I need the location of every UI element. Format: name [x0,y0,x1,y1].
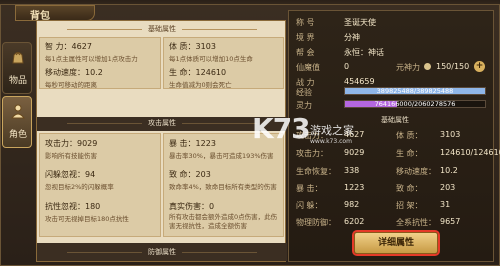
attr-con-desc: 每1点体质可以增加10点生命 [169,55,253,63]
section-defense-title: 防御属性 [37,247,287,259]
attr-true-dmg-desc: 所有攻击都会额外造成0点伤害，此伤害无视抗性，造成全额伤害 [169,213,278,230]
section-attack-title: 攻击属性 [37,118,287,130]
attr-move: 移动速度：10.2 [45,68,103,77]
detailed-attributes-button[interactable]: 详细属性 [354,232,438,254]
attr-dodge-ignore: 闪躲忽视：94 [45,170,96,179]
watermark-text: 游戏之家 [310,124,354,137]
attr-true-dmg: 真实伤害：0 [169,202,215,211]
info-realm: 境 界 分神 [296,33,360,42]
window-title-tab: 背包 [15,5,95,22]
attr-int: 智 力：4627 [45,42,92,51]
info-immortal: 仙魔值 0 元神力 150/150 + [296,61,485,72]
section-basic-title: 基础属性 [37,24,287,36]
tab-items-label: 物品 [8,76,27,86]
attr-hp: 生 命：124610 [169,68,227,77]
attribute-detail-panel: 基础属性 智 力：4627 每1点主属性可以增加1点攻击力 体 质：3103 每… [36,20,287,262]
attr-fatal: 致 命：203 [169,170,211,179]
attr-resist-ignore: 抗性忽视：180 [45,202,101,211]
info-guild: 帮 会 永恒：神话 [296,48,384,57]
attr-attack-desc: 影响所有技能伤害 [45,152,97,160]
attr-resist-ignore-desc: 攻击可无视掉目标180点抗性 [45,215,129,223]
soul-label: 灵力 [296,101,312,110]
exp-label: 经验 [296,88,312,97]
watermark-logo: K73 [252,112,311,145]
tab-character[interactable]: 角色 [2,96,32,148]
add-soul-power-button[interactable]: + [474,61,485,72]
watermark-url: www.k73.com [310,138,352,145]
tab-items[interactable]: 物品 [2,42,32,94]
soul-power-icon [424,63,431,70]
attr-con: 体 质：3103 [169,42,216,51]
exp-bar: 389825488/389825488 [344,87,486,95]
info-title: 称 号 圣诞天使 [296,18,376,27]
bag-icon [12,52,24,64]
exp-text: 389825488/389825488 [376,87,454,95]
stat-row-4: 暴 击： 1223 致 命： 203 [296,183,456,193]
site-watermark: K73 游戏之家 www.k73.com [252,112,402,170]
attr-dodge-ignore-desc: 忽视目标2%的闪躲概率 [45,183,114,191]
attr-fatal-desc: 致命率4%，致命目标所有类型的伤害 [169,183,277,191]
stat-row-5: 闪 躲： 982 招 架： 31 [296,200,451,210]
stat-row-6: 物理防御： 6202 全系抗性： 9657 [296,217,461,227]
tab-character-label: 角色 [8,130,27,140]
attr-crit: 暴 击：1223 [169,139,216,148]
soul-text: 764166000/2060278576 [374,100,456,108]
attr-attack: 攻击力：9029 [45,139,98,148]
attr-hp-desc: 生命值减为0则会死亡 [169,81,232,89]
attr-move-desc: 每秒可移动的距离 [45,81,97,89]
character-icon [10,104,26,119]
soul-bar: 764166000/2060278576 [344,100,486,108]
attr-int-desc: 每1点主属性可以增加1点攻击力 [45,55,138,63]
